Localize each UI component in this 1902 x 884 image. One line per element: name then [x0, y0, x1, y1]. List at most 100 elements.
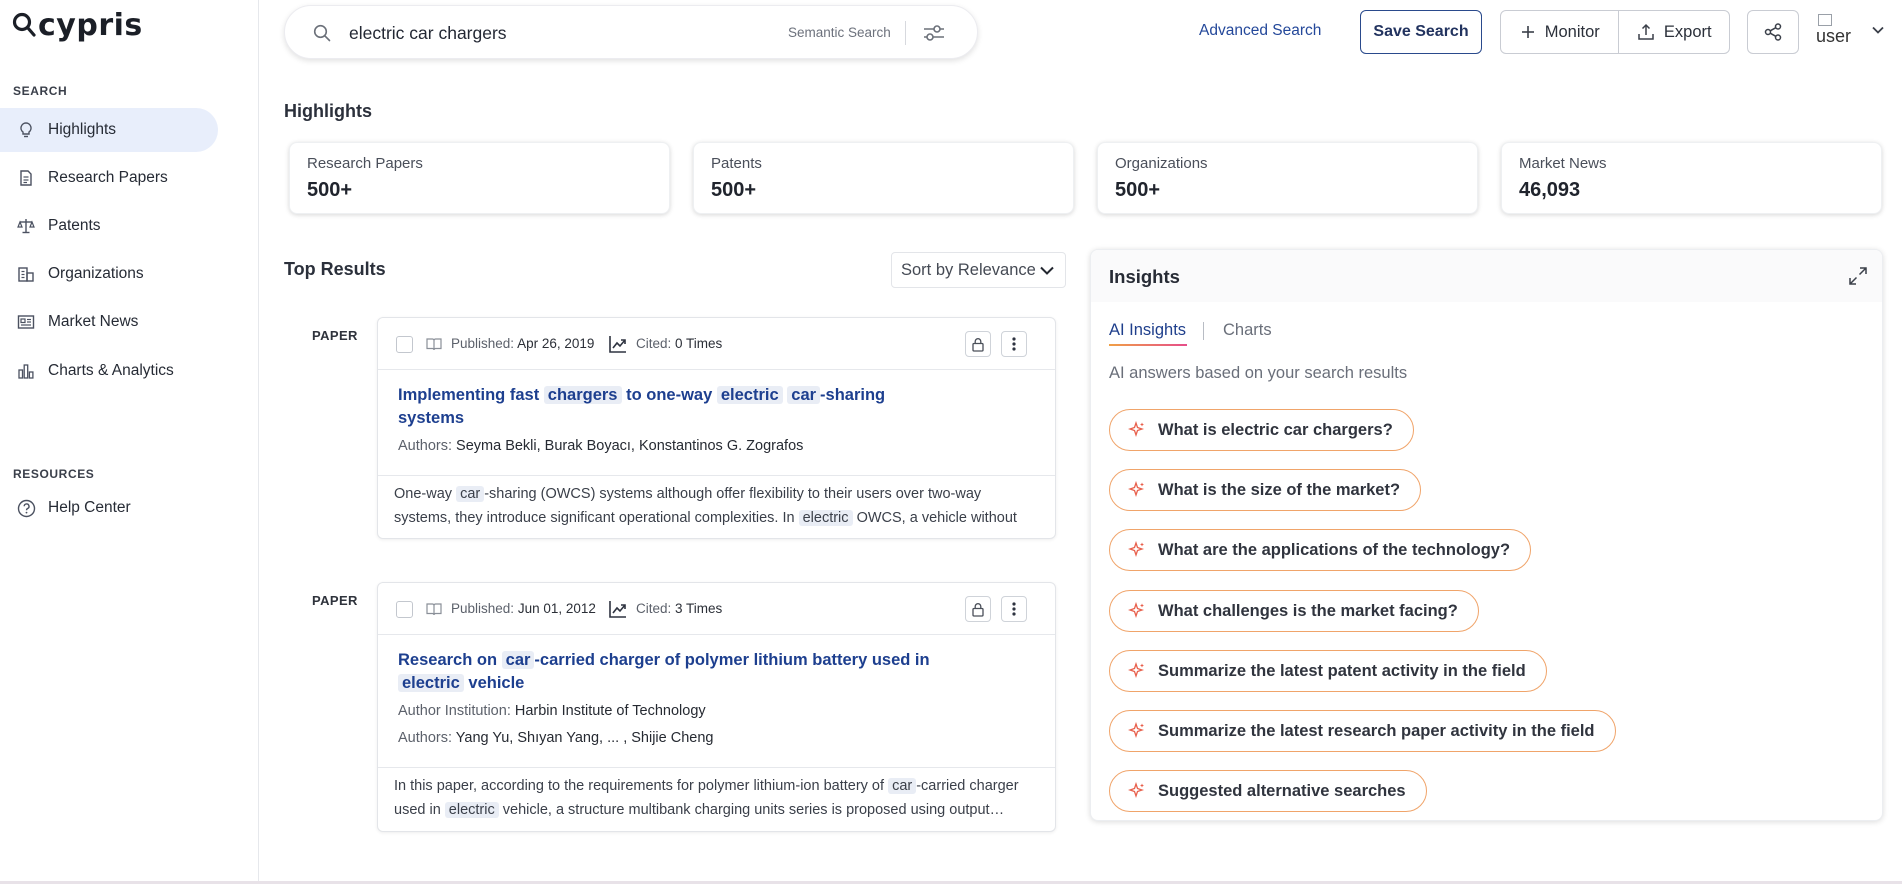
result-title[interactable]: Research on car -carried charger of polym… — [398, 649, 958, 695]
sparkle-icon — [1128, 481, 1145, 498]
select-checkbox[interactable] — [396, 336, 413, 353]
sidebar-item-label: Research Papers — [48, 169, 168, 186]
snippet-highlight: electric — [798, 510, 853, 526]
lightbulb-icon — [16, 120, 36, 140]
card-label: Market News — [1519, 155, 1607, 172]
sort-label: Sort by Relevance — [901, 260, 1036, 279]
cited-label: Cited: — [636, 336, 672, 351]
sidebar-item-label: Highlights — [48, 121, 117, 138]
sidebar: cypris SEARCH Highlights Research Papers… — [0, 0, 259, 884]
published-meta: Published: Apr 26, 2019 — [451, 336, 594, 351]
sidebar-item-charts-analytics[interactable]: Charts & Analytics — [0, 349, 218, 393]
sidebar-item-label: Market News — [48, 313, 139, 330]
question-chip[interactable]: Suggested alternative searches — [1109, 770, 1427, 812]
advanced-search-link[interactable]: Advanced Search — [1199, 22, 1321, 40]
insights-header: Insights — [1091, 250, 1882, 302]
more-options-button[interactable] — [1001, 596, 1027, 622]
bar-chart-icon — [16, 361, 36, 381]
question-chip[interactable]: Summarize the latest research paper acti… — [1109, 710, 1616, 752]
sidebar-item-label: Organizations — [48, 265, 144, 282]
chevron-down-icon[interactable] — [1870, 22, 1886, 43]
title-text: vehicle — [468, 674, 525, 692]
sidebar-item-highlights[interactable]: Highlights — [0, 108, 218, 152]
card-value: 500+ — [307, 179, 353, 201]
title-text: -sharing — [820, 386, 886, 404]
cypris-logo[interactable]: cypris — [12, 8, 143, 43]
plus-icon — [1521, 26, 1534, 38]
cited-count: 3 Times — [675, 601, 723, 616]
highlight-card-patents[interactable]: Patents 500+ — [693, 142, 1074, 214]
result-title[interactable]: Implementing fast chargers to one-way el… — [398, 384, 918, 430]
result-card[interactable]: Published: Jun 01, 2012 Cited: 3 Times R… — [377, 582, 1056, 832]
highlight-card-organizations[interactable]: Organizations 500+ — [1097, 142, 1478, 214]
lock-icon — [972, 337, 984, 352]
result-institution: Author Institution: Harbin Institute of … — [398, 703, 706, 719]
question-label: Summarize the latest research paper acti… — [1158, 721, 1595, 740]
save-search-button[interactable]: Save Search — [1360, 10, 1482, 54]
more-vertical-icon — [1012, 602, 1016, 616]
result-authors: Authors: Yang Yu, Shıyan Yang, ... , Shi… — [398, 730, 713, 746]
logo-magnifier-icon — [12, 12, 36, 37]
filter-sliders-icon[interactable] — [922, 21, 946, 50]
search-mode-label[interactable]: Semantic Search — [788, 25, 891, 40]
sparkle-icon — [1128, 662, 1145, 679]
result-snippet: One-way car -sharing (OWCS) systems altho… — [394, 482, 1037, 530]
insights-title: Insights — [1109, 266, 1180, 287]
insights-panel: Insights AI Insights Charts AI answers b… — [1090, 249, 1883, 821]
question-chip[interactable]: What are the applications of the technol… — [1109, 529, 1532, 571]
question-chip[interactable]: What is electric car chargers? — [1109, 409, 1414, 451]
snippet-text: In this paper, according to the requirem… — [394, 778, 885, 794]
sparkle-icon — [1128, 602, 1145, 619]
lock-icon — [972, 602, 984, 617]
title-highlight: electric — [398, 674, 464, 692]
book-icon — [426, 337, 442, 356]
card-value: 500+ — [711, 179, 757, 201]
result-type-label: PAPER — [312, 593, 358, 608]
published-date: Apr 26, 2019 — [517, 336, 595, 351]
sidebar-item-label: Charts & Analytics — [48, 362, 174, 379]
question-label: Suggested alternative searches — [1158, 781, 1406, 800]
trending-up-icon — [608, 599, 628, 624]
upload-icon — [1638, 23, 1654, 40]
expand-icon[interactable] — [1848, 266, 1868, 291]
sidebar-item-organizations[interactable]: Organizations — [0, 252, 218, 296]
institution-label: Author Institution: — [398, 703, 511, 719]
snippet-text: vehicle, a structure multibank charging … — [502, 802, 1005, 818]
lock-button[interactable] — [965, 331, 991, 357]
monitor-label: Monitor — [1544, 22, 1600, 41]
share-button[interactable] — [1747, 10, 1799, 54]
result-snippet: In this paper, according to the requirem… — [394, 774, 1037, 822]
title-text: to one-way — [626, 386, 713, 404]
published-label: Published: — [451, 336, 515, 351]
sidebar-item-market-news[interactable]: Market News — [0, 300, 218, 344]
top-results-title: Top Results — [284, 259, 386, 279]
share-icon — [1764, 23, 1782, 41]
section-label-search: SEARCH — [13, 84, 68, 98]
highlight-card-market-news[interactable]: Market News 46,093 — [1501, 142, 1882, 214]
export-label: Export — [1663, 22, 1712, 41]
question-chip[interactable]: What challenges is the market facing? — [1109, 590, 1479, 632]
more-options-button[interactable] — [1001, 331, 1027, 357]
monitor-button[interactable]: Monitor — [1501, 11, 1620, 53]
document-icon — [16, 168, 36, 188]
highlight-card-research-papers[interactable]: Research Papers 500+ — [289, 142, 670, 214]
search-bar[interactable]: electric car chargers Semantic Search — [284, 5, 978, 59]
lock-button[interactable] — [965, 596, 991, 622]
export-button[interactable]: Export — [1619, 11, 1729, 53]
title-highlight: chargers — [543, 386, 622, 404]
avatar[interactable]: user — [1816, 12, 1856, 48]
sidebar-item-label: Patents — [48, 217, 101, 234]
search-input[interactable]: electric car chargers — [349, 23, 507, 44]
question-chip[interactable]: Summarize the latest patent activity in … — [1109, 650, 1547, 692]
sidebar-item-patents[interactable]: Patents — [0, 204, 218, 248]
sidebar-item-help-center[interactable]: Help Center — [0, 486, 218, 530]
tab-charts[interactable]: Charts — [1223, 321, 1272, 340]
select-checkbox[interactable] — [396, 601, 413, 618]
tab-ai-insights[interactable]: AI Insights — [1109, 321, 1186, 340]
trending-up-icon — [608, 334, 628, 359]
newspaper-icon — [16, 312, 36, 332]
sidebar-item-research-papers[interactable]: Research Papers — [0, 156, 218, 200]
question-chip[interactable]: What is the size of the market? — [1109, 469, 1422, 511]
result-card[interactable]: Published: Apr 26, 2019 Cited: 0 Times I… — [377, 317, 1056, 539]
sort-dropdown[interactable]: Sort by Relevance — [891, 252, 1066, 288]
